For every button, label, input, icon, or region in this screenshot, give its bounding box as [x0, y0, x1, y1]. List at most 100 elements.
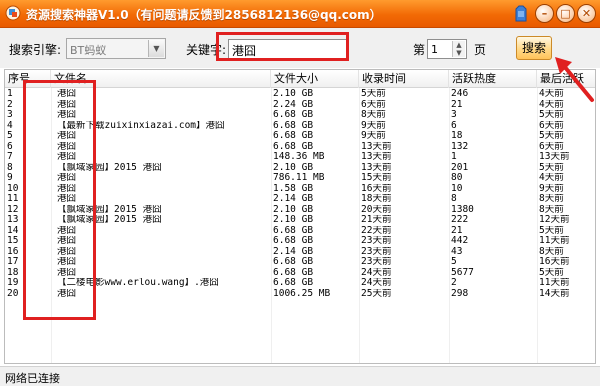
- cell-last-active: 5天前: [539, 267, 564, 278]
- cell-last-active: 8天前: [539, 204, 564, 215]
- cell-activity: 201: [451, 162, 469, 173]
- table-row[interactable]: 6 港囧 6.68 GB 13天前 132 6天前: [5, 141, 595, 153]
- results-table[interactable]: 序号 文件名 文件大小 收录时间 活跃热度 最后活跃 1 港囧 2.10 GB 5天前…: [4, 69, 596, 364]
- cell-activity: 132: [451, 141, 469, 152]
- cell-size: 1006.25 MB: [273, 288, 331, 299]
- annotation-arrow-icon: [555, 57, 594, 102]
- cell-size: 2.14 GB: [273, 194, 314, 204]
- table-row[interactable]: 19 【二楼电影www.erlou.wang】.港囧 6.68 GB 24天前 2 11天…: [5, 278, 595, 289]
- table-row[interactable]: 4 【最新下载zuixinxiazai.com】港囧 6.68 GB 9天前 6 6天前: [5, 120, 595, 132]
- table-row[interactable]: 10 港囧 1.58 GB 16天前 10 9天前: [5, 183, 595, 195]
- table-row[interactable]: 13 【飘域家园】2015 港囧 2.10 GB 21天前 222 12天前: [5, 215, 595, 226]
- table-row[interactable]: 7 港囧 148.36 MB 13天前 1 13天前: [5, 152, 595, 163]
- table-row[interactable]: 15 港囧 6.68 GB 23天前 442 11天前: [5, 236, 595, 247]
- cell-index: 14: [7, 225, 19, 236]
- cell-activity: 2: [451, 278, 457, 288]
- cell-activity: 5677: [451, 267, 474, 278]
- col-header-activity[interactable]: 活跃热度: [449, 70, 537, 88]
- cell-last-active: 14天前: [539, 288, 570, 299]
- cell-filename: 港囧: [57, 236, 77, 246]
- engine-select[interactable]: BT蚂蚁 ▼: [66, 38, 166, 59]
- skin-icon[interactable]: [513, 5, 529, 23]
- maximize-button[interactable]: □: [556, 4, 575, 23]
- cell-size: 6.68 GB: [273, 236, 314, 246]
- cell-added: 8天前: [361, 110, 386, 120]
- table-row[interactable]: 18 港囧 6.68 GB 24天前 5677 5天前: [5, 267, 595, 279]
- table-row[interactable]: 2 港囧 2.24 GB 6天前 21 4天前: [5, 99, 595, 111]
- cell-added: 24天前: [361, 267, 392, 278]
- window-title: 资源搜索神器V1.0（有问题请反馈到2856812136@qq.com）: [26, 8, 382, 22]
- cell-added: 9天前: [361, 131, 386, 141]
- cell-index: 11: [7, 194, 19, 204]
- cell-activity: 298: [451, 288, 469, 299]
- table-row[interactable]: 12 【飘域家园】2015 港囧 2.10 GB 20天前 1380 8天前: [5, 204, 595, 216]
- cell-activity: 21: [451, 99, 463, 110]
- cell-added: 5天前: [361, 89, 386, 99]
- table-row[interactable]: 3 港囧 6.68 GB 8天前 3 5天前: [5, 110, 595, 121]
- col-header-index[interactable]: 序号: [5, 70, 51, 88]
- cell-index: 15: [7, 236, 19, 246]
- cell-filename: 【飘域家园】2015 港囧: [57, 204, 162, 215]
- table-row[interactable]: 17 港囧 6.68 GB 23天前 5 16天前: [5, 257, 595, 268]
- cell-filename: 【飘域家园】2015 港囧: [57, 162, 162, 173]
- status-bar: 网络已连接: [0, 366, 600, 386]
- cell-index: 6: [7, 141, 13, 152]
- minimize-button[interactable]: –: [535, 4, 554, 23]
- table-row[interactable]: 14 港囧 6.68 GB 22天前 21 5天前: [5, 225, 595, 237]
- cell-index: 8: [7, 162, 13, 173]
- cell-activity: 80: [451, 173, 463, 183]
- cell-last-active: 5天前: [539, 131, 564, 141]
- cell-size: 2.10 GB: [273, 215, 314, 225]
- cell-size: 6.68 GB: [273, 131, 314, 141]
- cell-size: 786.11 MB: [273, 173, 325, 183]
- cell-added: 9天前: [361, 120, 386, 131]
- cell-activity: 21: [451, 225, 463, 236]
- col-header-filename[interactable]: 文件名: [51, 70, 271, 88]
- cell-activity: 5: [451, 257, 457, 267]
- table-row[interactable]: 16 港囧 2.14 GB 23天前 43 8天前: [5, 246, 595, 258]
- dropdown-arrow-icon[interactable]: ▼: [148, 40, 164, 57]
- cell-activity: 1: [451, 152, 457, 162]
- cell-filename: 【最新下载zuixinxiazai.com】港囧: [57, 120, 225, 131]
- cell-added: 24天前: [361, 278, 392, 288]
- cell-filename: 港囧: [57, 194, 77, 204]
- cell-added: 20天前: [361, 204, 392, 215]
- cell-last-active: 5天前: [539, 225, 564, 236]
- spin-arrow-icon[interactable]: ▲ ▼: [452, 41, 465, 57]
- col-header-size[interactable]: 文件大小: [271, 70, 359, 88]
- search-button[interactable]: 搜索: [516, 36, 552, 60]
- table-row[interactable]: 11 港囧 2.14 GB 18天前 8 8天前: [5, 194, 595, 205]
- table-row[interactable]: 20 港囧 1006.25 MB 25天前 298 14天前: [5, 288, 595, 300]
- table-row[interactable]: 5 港囧 6.68 GB 9天前 18 5天前: [5, 131, 595, 142]
- cell-last-active: 13天前: [539, 152, 570, 162]
- col-header-added[interactable]: 收录时间: [359, 70, 449, 88]
- page-stepper-value: 1: [431, 43, 438, 56]
- close-button[interactable]: ✕: [577, 4, 596, 23]
- cell-activity: 43: [451, 246, 463, 257]
- table-row[interactable]: 8 【飘域家园】2015 港囧 2.10 GB 13天前 201 5天前: [5, 162, 595, 174]
- cell-size: 2.10 GB: [273, 204, 314, 215]
- cell-activity: 3: [451, 110, 457, 120]
- table-row[interactable]: 1 港囧 2.10 GB 5天前 246 4天前: [5, 89, 595, 100]
- cell-added: 25天前: [361, 288, 392, 299]
- cell-filename: 港囧: [57, 99, 77, 110]
- keyword-input[interactable]: 港囧: [228, 39, 348, 59]
- table-row[interactable]: 9 港囧 786.11 MB 15天前 80 4天前: [5, 173, 595, 184]
- cell-size: 148.36 MB: [273, 152, 325, 162]
- cell-index: 20: [7, 288, 19, 299]
- cell-last-active: 6天前: [539, 141, 564, 152]
- cell-filename: 港囧: [57, 141, 77, 152]
- cell-index: 7: [7, 152, 13, 162]
- cell-last-active: 4天前: [539, 173, 564, 183]
- cell-activity: 442: [451, 236, 469, 246]
- cell-added: 21天前: [361, 215, 392, 225]
- cell-size: 6.68 GB: [273, 257, 314, 267]
- cell-size: 1.58 GB: [273, 183, 314, 194]
- cell-size: 2.24 GB: [273, 99, 314, 110]
- cell-last-active: 6天前: [539, 120, 564, 131]
- cell-filename: 港囧: [57, 173, 77, 183]
- cell-filename: 港囧: [57, 288, 77, 299]
- page-stepper[interactable]: 1 ▲ ▼: [427, 39, 467, 59]
- cell-activity: 246: [451, 89, 469, 99]
- cell-last-active: 8天前: [539, 246, 564, 257]
